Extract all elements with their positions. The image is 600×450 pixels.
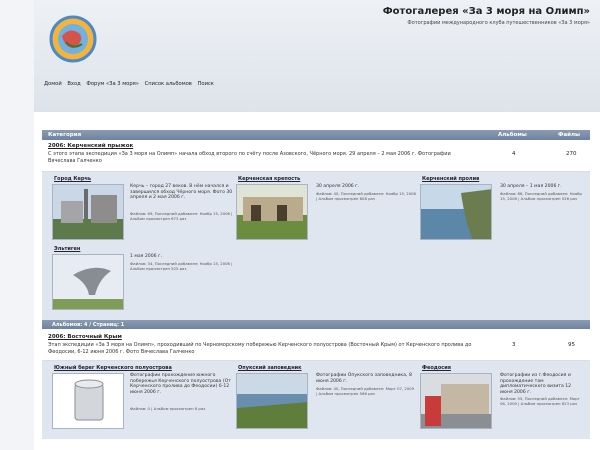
album-meta: Файлов: 0 | Альбом просмотрен 6 раз	[130, 406, 206, 411]
album-thumbnail[interactable]	[236, 184, 308, 240]
reserve-photo-icon	[237, 374, 307, 428]
album-grid: Южный берег Керченского полуострова Фото…	[42, 361, 590, 439]
category-footer-text: Альбомов: 4 / Страниц: 1	[52, 322, 125, 328]
album-meta: Файлов: 86, Последний добавлен: Ноябр 15…	[500, 191, 582, 201]
header-files: Файлы	[558, 132, 581, 138]
album-description: 30 апреля 2006 г.	[316, 184, 360, 189]
album-thumbnail[interactable]	[236, 373, 308, 429]
category-title-link[interactable]: 2006: Керченский прыжок	[48, 143, 133, 149]
album-meta: Файлов: 40, Последний добавлен: Ноябр 15…	[316, 191, 416, 201]
city-street-photo-icon	[421, 374, 491, 428]
nav-login-link[interactable]: Вход	[67, 81, 80, 87]
album-thumbnail[interactable]	[420, 184, 492, 240]
gallery-table: Категория Альбомы Файлы 2006: Керченский…	[42, 130, 590, 439]
album-thumbnail[interactable]	[52, 373, 124, 429]
album-description: 30 апреля – 1 мая 2006 г.	[500, 184, 562, 189]
album-title-link[interactable]: Опукский заповедник	[238, 365, 302, 371]
site-subtitle: Фотографии международного клуба путешест…	[407, 20, 590, 26]
top-nav: Домой Вход Форум «За 3 моря» Список альб…	[44, 81, 218, 87]
album-thumbnail[interactable]	[420, 373, 492, 429]
category-album-count: 3	[512, 342, 516, 348]
album-thumbnail[interactable]	[52, 254, 124, 310]
nav-search-link[interactable]: Поиск	[198, 81, 214, 87]
album-description: Фотографии Опукского заповедника, 8 июня…	[316, 373, 412, 384]
album-title-link[interactable]: Феодосия	[422, 365, 451, 371]
album-thumbnail[interactable]	[52, 184, 124, 240]
album-title-link[interactable]: Город Керчь	[54, 176, 91, 182]
fortress-photo-icon	[237, 185, 307, 239]
category-file-count: 95	[568, 342, 575, 348]
album-description: Керчь – город 27 веков. В нём начался и …	[130, 184, 233, 200]
category-title-link[interactable]: 2006: Восточный Крым	[48, 334, 122, 340]
album-title-link[interactable]: Эльтиген	[54, 246, 80, 252]
album-description: 1 мая 2006 г.	[130, 254, 162, 259]
album-meta: Файлов: 34, Последний добавлен: Ноябр 15…	[130, 261, 233, 271]
trash-can-icon	[53, 374, 123, 428]
album-title-link[interactable]: Керченский пролив	[422, 176, 479, 182]
album-meta: Файлов: 40, Последний добавлен: Март 07,…	[316, 386, 414, 396]
category-file-count: 270	[566, 151, 577, 157]
album-title-link[interactable]: Южный берег Керченского полуострова	[54, 365, 172, 371]
category-description: Этап экспедиции «За 3 моря на Олимп», пр…	[48, 342, 472, 355]
album-meta: Файлов: 55, Последний добавлен: Март 06,…	[500, 396, 580, 406]
category-footer: Альбомов: 4 / Страниц: 1	[42, 320, 590, 329]
album-title-link[interactable]: Керченская крепость	[238, 176, 300, 182]
header-albums: Альбомы	[498, 132, 527, 138]
nav-home-link[interactable]: Домой	[44, 81, 62, 87]
coast-photo-icon	[421, 185, 491, 239]
album-meta: Файлов: 69, Последний добавлен: Ноябр 15…	[130, 211, 233, 221]
site-logo[interactable]	[40, 4, 106, 70]
header-category: Категория	[48, 132, 82, 138]
category-album-count: 4	[512, 151, 516, 157]
table-header: Категория Альбомы Файлы	[42, 130, 590, 140]
monument-photo-icon	[53, 255, 123, 309]
category-row: 2006: Керченский прыжок С этого этапа эк…	[42, 140, 590, 172]
city-photo-icon	[53, 185, 123, 239]
album-grid: Город Керчь Керчь – город 27 веков. В нё…	[42, 172, 590, 320]
site-title: Фотогалерея «За 3 моря на Олимп»	[382, 6, 590, 17]
category-description: С этого этапа экспедиция «За 3 моря на О…	[48, 151, 451, 164]
nav-forum-link[interactable]: Форум «За 3 моря»	[86, 81, 139, 87]
album-description: Фотографии прохождения южного побережья …	[130, 373, 231, 395]
category-row: 2006: Восточный Крым Этап экспедиции «За…	[42, 329, 590, 361]
logo-globe-icon	[49, 15, 97, 63]
nav-albums-link[interactable]: Список альбомов	[145, 81, 192, 87]
album-description: Фотографии из г.Феодосия и прохождение т…	[500, 373, 572, 395]
